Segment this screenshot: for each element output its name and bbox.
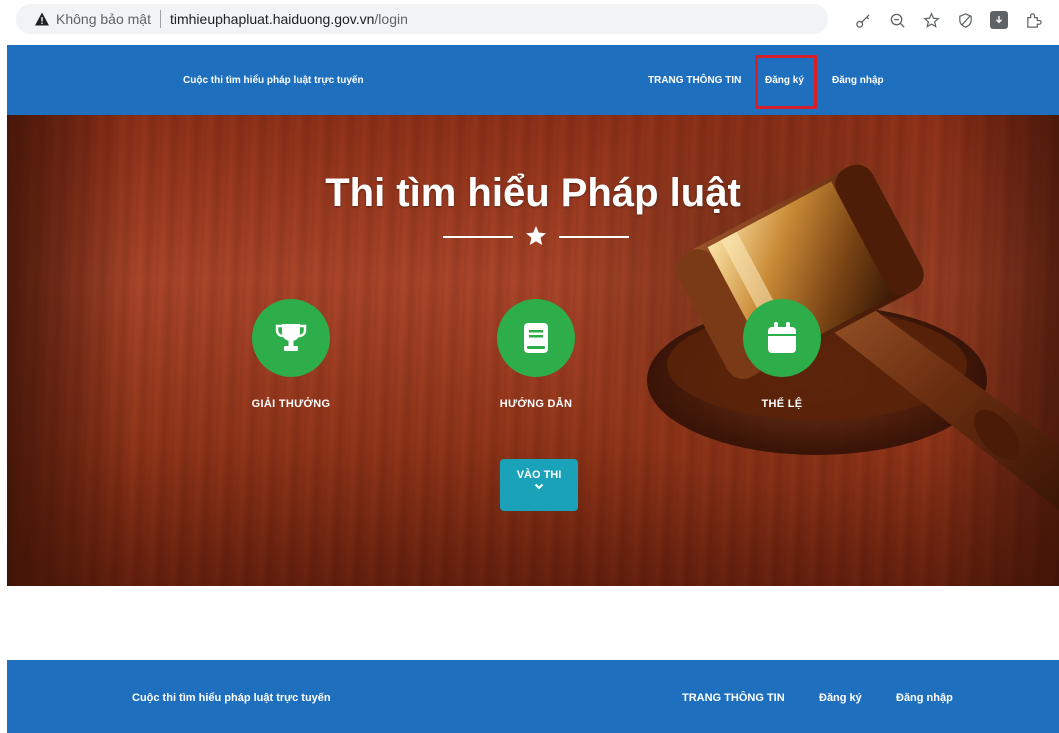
shield-icon[interactable] <box>952 7 978 33</box>
nav-info-link[interactable]: TRANG THÔNG TIN <box>648 75 741 86</box>
feature-rules[interactable]: THỂ LỆ <box>702 299 862 410</box>
site-title-link-2[interactable]: Cuộc thi tìm hiểu pháp luật trực tuyến <box>132 692 331 704</box>
extensions-icon[interactable] <box>1020 7 1046 33</box>
browser-address-bar: Không bảo mật timhieuphapluat.haiduong.g… <box>0 0 1059 40</box>
feature-prizes-label[interactable]: GIẢI THƯỞNG <box>211 398 371 410</box>
register-highlight-box <box>755 55 817 109</box>
title-divider <box>443 225 629 247</box>
divider-line-right <box>559 236 629 238</box>
url-text[interactable]: timhieuphapluat.haiduong.gov.vn/login <box>170 11 408 27</box>
hero-banner: Thi tìm hiểu Pháp luật GIẢI THƯỞNG HƯỚNG… <box>7 115 1059 586</box>
download-icon[interactable] <box>986 7 1012 33</box>
key-icon[interactable] <box>850 7 876 33</box>
feature-prizes[interactable]: GIẢI THƯỞNG <box>211 299 371 410</box>
address-separator <box>159 10 161 28</box>
nav-register-link-2[interactable]: Đăng ký <box>819 692 862 704</box>
feature-rules-label[interactable]: THỂ LỆ <box>702 398 862 410</box>
trophy-icon <box>275 324 307 351</box>
star-bookmark-icon[interactable] <box>918 7 944 33</box>
book-icon <box>524 323 548 353</box>
url-path: /login <box>374 11 408 27</box>
nav-login-link[interactable]: Đăng nhập <box>832 75 884 86</box>
omnibox[interactable]: Không bảo mật timhieuphapluat.haiduong.g… <box>16 4 828 34</box>
feature-prizes-circle[interactable] <box>252 299 330 377</box>
calendar-icon <box>768 322 796 353</box>
feature-guide[interactable]: HƯỚNG DẪN <box>456 299 616 410</box>
enter-exam-label: VÀO THI <box>516 469 562 481</box>
divider-line-left <box>443 236 513 238</box>
site-header: Cuộc thi tìm hiểu pháp luật trực tuyến T… <box>7 45 1059 115</box>
nav-login-link-2[interactable]: Đăng nhập <box>896 692 953 704</box>
warning-icon[interactable] <box>34 11 50 27</box>
feature-guide-circle[interactable] <box>497 299 575 377</box>
feature-guide-label[interactable]: HƯỚNG DẪN <box>456 398 616 410</box>
feature-rules-circle[interactable] <box>743 299 821 377</box>
hero-title: Thi tìm hiểu Pháp luật <box>325 171 741 215</box>
browser-toolbar-icons <box>850 7 1054 33</box>
site-title-link[interactable]: Cuộc thi tìm hiểu pháp luật trực tuyến <box>183 75 364 86</box>
nav-info-link-2[interactable]: TRANG THÔNG TIN <box>682 692 785 704</box>
security-status[interactable]: Không bảo mật <box>56 11 151 27</box>
enter-exam-button[interactable]: VÀO THI <box>500 459 578 511</box>
site-header-duplicate: Cuộc thi tìm hiểu pháp luật trực tuyến T… <box>7 660 1059 733</box>
zoom-out-icon[interactable] <box>884 7 910 33</box>
star-icon <box>526 226 546 245</box>
url-host: timhieuphapluat.haiduong.gov.vn <box>169 11 375 27</box>
chevron-down-icon <box>534 483 544 490</box>
